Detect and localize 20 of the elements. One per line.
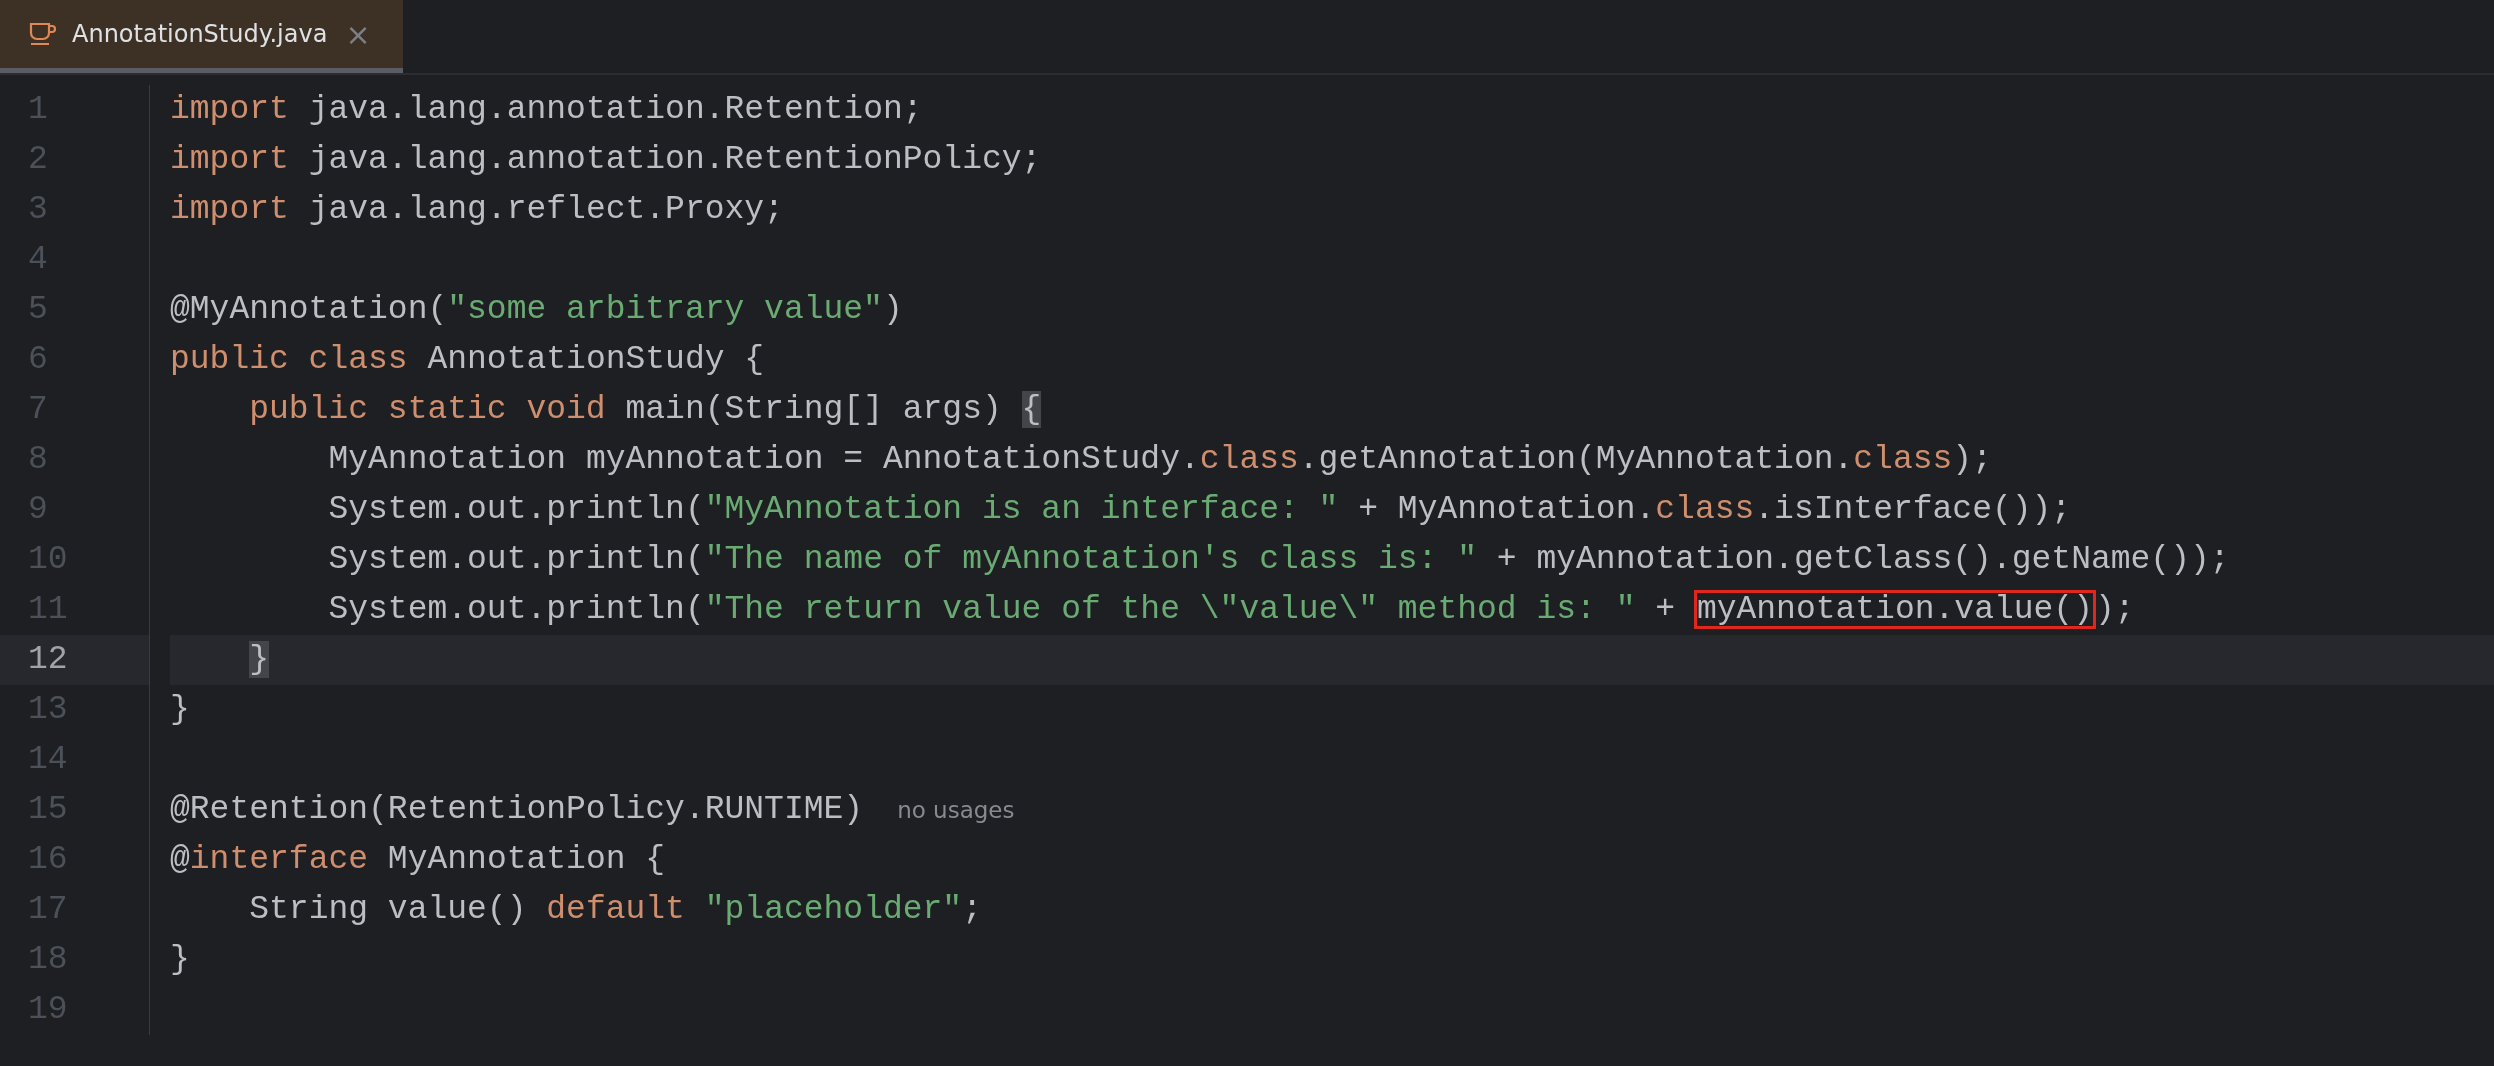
code-line: @MyAnnotation("some arbitrary value") <box>170 290 904 330</box>
code-line: MyAnnotation myAnnotation = AnnotationStudy.class.getAnnotation(MyAnnotation.class); <box>327 440 1993 480</box>
code-line: import java.lang.annotation.RetentionPolicy; <box>170 140 1043 180</box>
tab-title: AnnotationStudy.java <box>72 20 328 48</box>
code-line: public static void main(String[] args) { <box>248 390 1043 430</box>
code-line: String value() default "placeholder"; <box>248 890 983 930</box>
code-line: public class AnnotationStudy { <box>170 340 766 380</box>
cup-icon <box>28 21 58 47</box>
code-line: @Retention(RetentionPolicy.RUNTIME) no usages <box>170 785 2494 835</box>
code-line: System.out.println("MyAnnotation is an interface: " + MyAnnotation.class.isInterface()); <box>327 490 2073 530</box>
inline-hint: no usages <box>897 796 1015 825</box>
line-number: 12 <box>0 635 150 685</box>
editor-tab[interactable]: AnnotationStudy.java × <box>0 0 403 73</box>
code-line: } <box>170 690 191 730</box>
code-line: @interface MyAnnotation { <box>170 840 667 880</box>
code-line: import java.lang.annotation.Retention; <box>170 90 924 130</box>
code-line: import java.lang.reflect.Proxy; <box>170 190 785 230</box>
code-line: System.out.println("The name of myAnnotation's class is: " + myAnnotation.getClass().getName()); <box>327 540 2231 580</box>
code-line: } <box>170 940 191 980</box>
code-line: System.out.println("The return value of the \"value\" method is: " + myAnnotation.value()); <box>327 590 2136 630</box>
